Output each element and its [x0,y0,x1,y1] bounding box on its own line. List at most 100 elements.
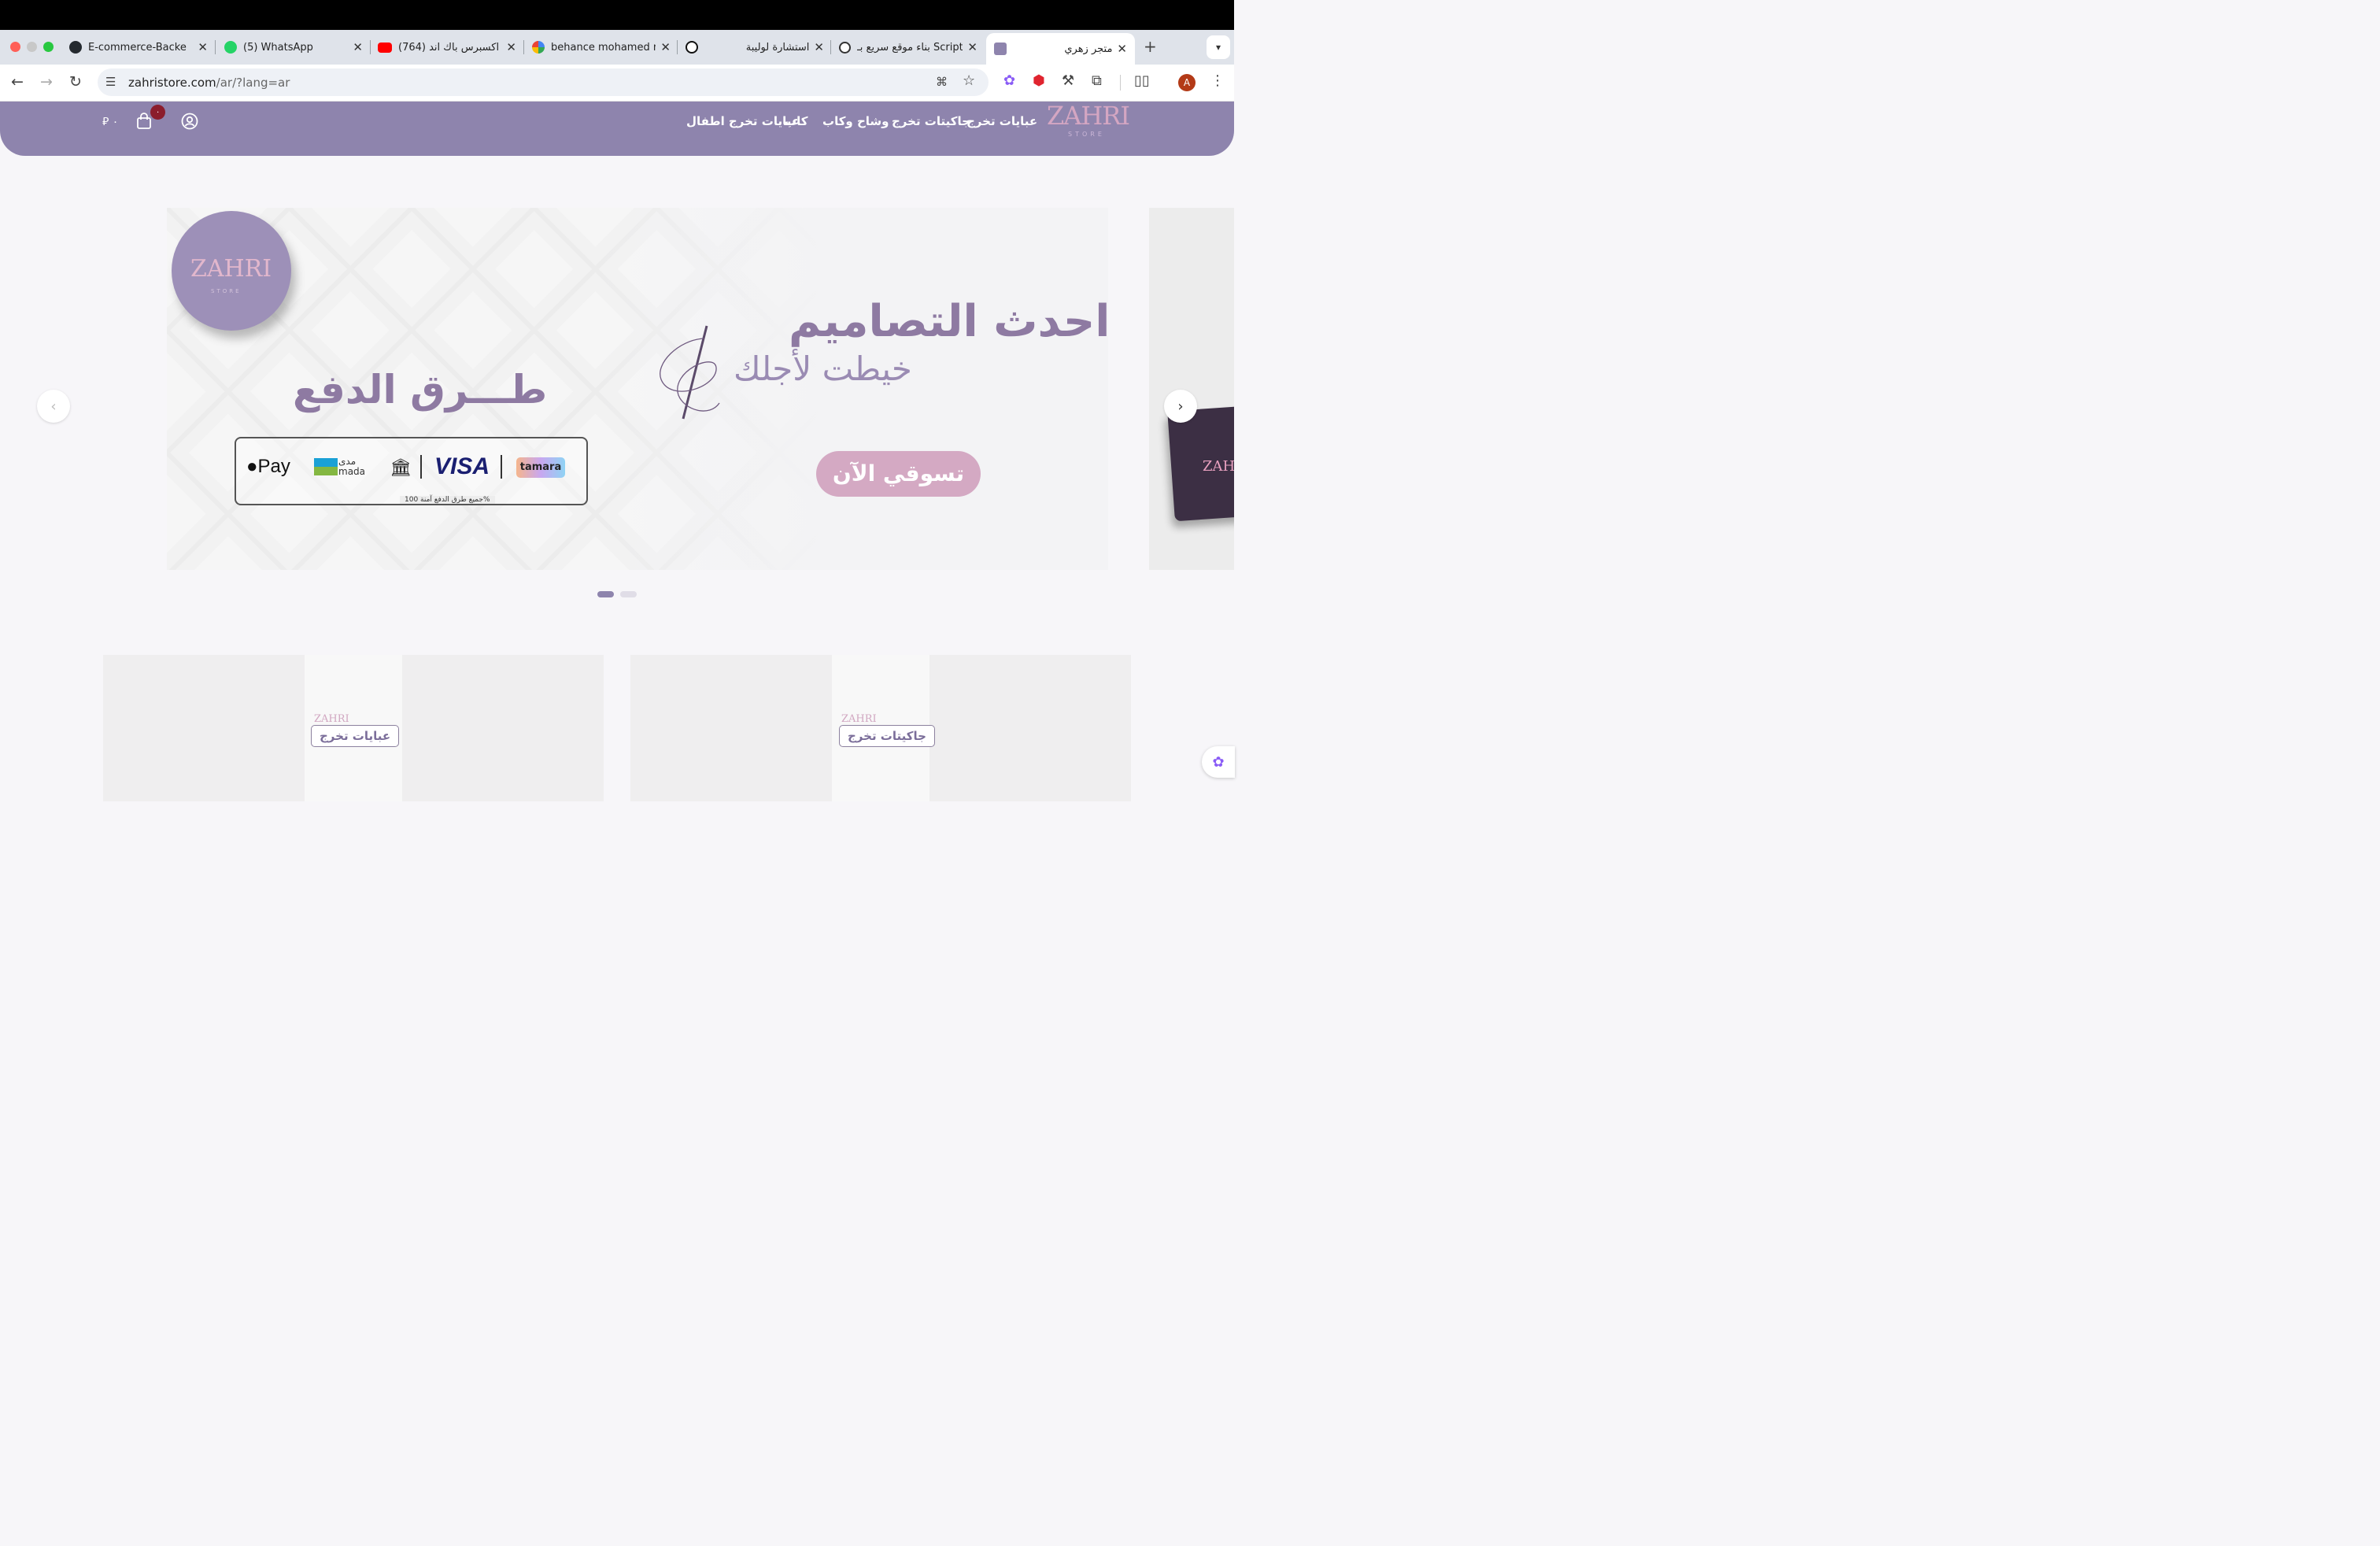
close-icon[interactable]: ✕ [198,40,208,54]
hero-heading: احدث التصاميم [789,296,1108,347]
hero-slide: ZAHRI STORE طـــرق الدفع ●Pay مدى mada 🏛… [167,208,1108,570]
slider-dot[interactable] [620,591,637,597]
zahri-icon [994,43,1007,55]
tab-whatsapp[interactable]: (5) WhatsApp ✕ [224,35,363,59]
reading-list-icon[interactable]: ▯▯ [1134,72,1150,89]
youtube-icon [378,42,392,53]
category-card-jackets[interactable]: ZAHRI جاكيتات تخرج [630,655,1131,801]
tab-script[interactable]: بناء موقع سريع بـ Script ✕ [839,35,978,59]
sticker-logo-sub: STORE [211,288,242,294]
category-label: عبايات تخرج [311,725,400,747]
sticker-logo: ZAHRI [190,255,272,283]
tab-title: متجر زهري [1064,43,1113,55]
script-icon [839,41,851,54]
extension-tool-icon[interactable]: ⚒ [1062,72,1074,89]
openai-icon [686,41,698,54]
extension-brain-icon[interactable]: ✿ [1003,72,1015,89]
close-icon[interactable]: ✕ [814,40,824,54]
nav-item-kids-abayas[interactable]: عبايات تخرج اطفال [686,114,800,128]
tab-divider [677,40,678,54]
cart-total: ⃁ ٠ [102,114,118,128]
gift-box-logo: ZAH [1203,458,1234,475]
category-logo: ZAHRI [841,713,877,725]
google-icon [532,41,545,54]
extensions-puzzle-icon[interactable]: ⧉ [1092,72,1102,89]
mada-label: مدى mada [338,456,366,477]
tab-openai[interactable]: استشارة لوليبة ✕ [686,35,824,59]
shop-now-button[interactable]: تسوقي الآن [816,451,981,497]
tamara-logo: tamara [516,457,565,478]
cart-icon[interactable] [136,113,152,133]
mada-icon [314,458,338,475]
category-card-abayas[interactable]: ZAHRI عبايات تخرج [103,655,604,801]
payment-divider [420,455,422,479]
close-icon[interactable]: ✕ [353,40,363,54]
slider-next-button[interactable]: › [1164,390,1197,423]
nav-item-graduation-abayas[interactable]: عبايات تخرج [966,114,1037,128]
github-icon [69,41,82,54]
cart-count-badge: ٠ [150,105,165,120]
close-icon[interactable]: ✕ [660,40,671,54]
visa-logo: VISA [434,453,490,479]
tab-title: استشارة لوليبة [745,41,810,54]
site-info-icon[interactable]: ☰ [105,75,116,89]
floating-brain-button[interactable]: ✿ [1202,746,1235,778]
category-label: جاكيتات تخرج [839,725,935,747]
tab-google[interactable]: behance mohamed n ✕ [532,35,671,59]
maximize-window-icon[interactable] [43,42,54,52]
tab-title: behance mohamed n [551,41,656,54]
bank-icon: 🏛 [390,458,412,478]
adblock-icon[interactable]: ⬢ [1033,72,1045,89]
apple-icon: ● [246,456,258,477]
payment-title: طـــرق الدفع [293,367,548,412]
tab-title: (5) WhatsApp [243,41,313,54]
nav-item-sash-cap[interactable]: وشاح وكاب [822,114,889,128]
tab-title: (764) اكسبرس باك اند [398,41,500,54]
browser-menu-icon[interactable]: ⋮ [1210,72,1225,89]
url-text[interactable]: zahristore.com/ar/?lang=ar [128,76,290,90]
tab-zahri-store[interactable]: متجر زهري ✕ [986,33,1135,65]
profile-avatar[interactable]: A [1178,74,1196,91]
close-icon[interactable]: ✕ [506,40,516,54]
close-icon[interactable]: ✕ [1117,42,1127,56]
hero-subheading: خيطت لأجلك [734,350,912,388]
forward-icon[interactable]: → [40,73,53,91]
riyal-icon: ⃁ [102,116,113,128]
reload-icon[interactable]: ↻ [69,73,82,91]
new-tab-button[interactable]: + [1144,37,1157,56]
bookmark-star-icon[interactable]: ☆ [963,72,975,89]
category-logo: ZAHRI [314,713,349,725]
apple-pay-logo: ●Pay [246,456,290,478]
site-logo[interactable]: ZAHRI [1047,101,1130,131]
whatsapp-icon [224,41,237,54]
apple-pay-label: Pay [257,456,290,477]
nav-item-graduation-jackets[interactable]: جاكيتات تخرج [892,114,970,128]
brain-icon: ✿ [1212,753,1225,771]
payment-divider [501,455,502,479]
close-window-icon[interactable] [10,42,20,52]
tab-divider [370,40,371,54]
tab-title: E-commerce-Backe [88,41,187,54]
url-host: zahristore.com [128,76,216,90]
needle-thread-icon [660,325,720,420]
os-menu-bar [0,0,1234,30]
site-logo-sub: STORE [1068,131,1105,138]
close-icon[interactable]: ✕ [967,40,978,54]
slider-dot-active[interactable] [597,591,614,597]
tab-youtube[interactable]: (764) اكسبرس باك اند ✕ [378,35,516,59]
slider-prev-button[interactable]: ‹ [37,390,70,423]
tab-divider [830,40,831,54]
tab-divider [215,40,216,54]
tab-search-button[interactable]: ▾ [1207,35,1230,59]
tab-divider [523,40,524,54]
tab-title: بناء موقع سريع بـ Script [857,41,963,54]
cart-total-amount: ٠ [112,116,119,128]
back-icon[interactable]: ← [11,73,24,91]
translate-icon[interactable]: ⌘ [936,75,948,89]
account-icon[interactable] [181,113,198,133]
url-path: /ar/?lang=ar [216,76,290,90]
tab-github[interactable]: E-commerce-Backe ✕ [69,35,208,59]
toolbar-divider [1120,75,1121,91]
payment-note: جميع طرق الدفع آمنة 100% [400,496,495,504]
minimize-window-icon[interactable] [27,42,37,52]
